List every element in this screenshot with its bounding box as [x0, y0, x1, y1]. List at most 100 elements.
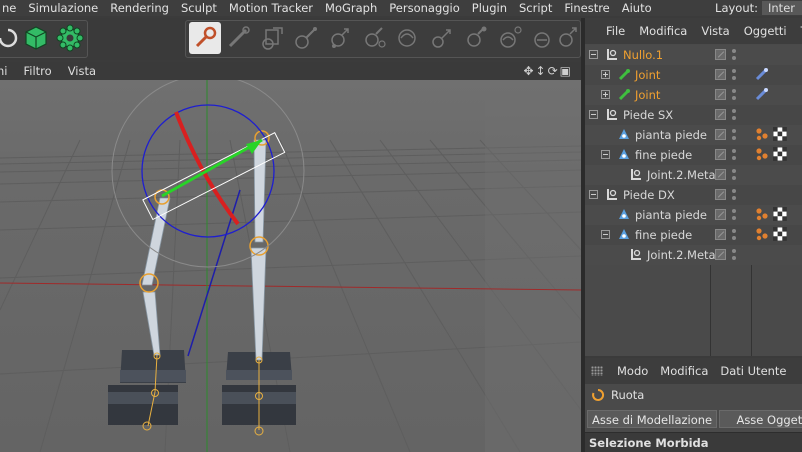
mirror-icon[interactable] [460, 22, 492, 54]
ik-tag-icon[interactable] [755, 87, 769, 101]
checker-tag-icon[interactable] [772, 126, 788, 142]
attribute-section[interactable]: Selezione Morbida [585, 432, 802, 452]
object-row[interactable]: pianta piede [585, 205, 802, 225]
layer-icon[interactable] [715, 69, 726, 80]
object-name[interactable]: Joint [635, 68, 660, 82]
layer-icon[interactable] [715, 149, 726, 160]
layer-icon[interactable] [715, 229, 726, 240]
attribute-tab[interactable]: Asse di Modellazione [587, 410, 718, 428]
object-row[interactable]: Joint.2.Meta [585, 245, 802, 265]
object-name[interactable]: Piede SX [623, 108, 673, 122]
ik-icon[interactable] [256, 22, 288, 54]
object-row[interactable]: Joint [585, 85, 802, 105]
visibility-dots-icon[interactable] [732, 228, 736, 242]
menu-item[interactable]: Personaggio [383, 1, 466, 15]
object-row[interactable]: fine piede [585, 225, 802, 245]
ik-tag-icon[interactable] [755, 67, 769, 81]
checker-tag-icon[interactable] [772, 226, 788, 242]
object-row[interactable]: Nullo.1 [585, 45, 802, 65]
menu-item[interactable]: MoGraph [319, 1, 383, 15]
layer-icon[interactable] [715, 209, 726, 220]
move-icon[interactable]: ✥ [523, 64, 533, 78]
zoom-icon[interactable]: ↕ [536, 64, 546, 78]
menu-item[interactable]: Motion Tracker [223, 1, 319, 15]
joint-align-icon[interactable] [426, 22, 458, 54]
collapse-icon[interactable] [601, 150, 610, 159]
expand-icon[interactable] [601, 70, 610, 79]
rotate-icon[interactable]: ⟳ [548, 64, 558, 78]
paint-icon[interactable] [392, 22, 424, 54]
visibility-dots-icon[interactable] [732, 188, 736, 202]
viewport-menu-item[interactable]: ni [0, 64, 15, 78]
object-row[interactable]: Joint [585, 65, 802, 85]
weight-icon[interactable] [358, 22, 390, 54]
om-menu-item[interactable]: Modifica [632, 24, 694, 38]
visibility-dots-icon[interactable] [732, 208, 736, 222]
ik-chain-icon[interactable] [290, 22, 322, 54]
am-menu-item[interactable]: Modo [611, 364, 654, 378]
cube-icon[interactable] [20, 22, 52, 54]
object-name[interactable]: Nullo.1 [623, 48, 663, 62]
layout-select[interactable]: Inter [762, 1, 802, 15]
object-row[interactable]: fine piede [585, 145, 802, 165]
layer-icon[interactable] [715, 249, 726, 260]
object-name[interactable]: fine piede [635, 148, 692, 162]
object-row[interactable]: Joint.2.Meta [585, 165, 802, 185]
object-row[interactable]: Piede DX [585, 185, 802, 205]
object-row[interactable]: Piede SX [585, 105, 802, 125]
layer-icon[interactable] [715, 49, 726, 60]
constraint-tag-icon[interactable] [755, 227, 769, 241]
attribute-tab[interactable]: Asse Oggetto [719, 410, 802, 428]
visibility-dots-icon[interactable] [732, 88, 736, 102]
object-name[interactable]: Joint.2.Meta [647, 168, 716, 182]
layer-icon[interactable] [715, 109, 726, 120]
menu-item[interactable]: Plugin [466, 1, 513, 15]
viewport[interactable] [0, 80, 581, 452]
menu-item[interactable]: Sculpt [175, 1, 223, 15]
visibility-dots-icon[interactable] [732, 68, 736, 82]
joint-tool-icon[interactable] [189, 22, 221, 54]
om-menu-item[interactable]: Vista [694, 24, 736, 38]
grip-icon[interactable] [591, 366, 603, 376]
viewport-menu-item[interactable]: Vista [60, 64, 104, 78]
object-name[interactable]: Piede DX [623, 188, 675, 202]
constraint-tag-icon[interactable] [755, 127, 769, 141]
menu-item[interactable]: ne [0, 1, 22, 15]
constraint-tag-icon[interactable] [755, 147, 769, 161]
visibility-dots-icon[interactable] [732, 128, 736, 142]
am-menu-item[interactable]: Dati Utente [714, 364, 792, 378]
menu-item[interactable]: Rendering [104, 1, 175, 15]
layer-icon[interactable] [715, 169, 726, 180]
maximize-icon[interactable]: ▣ [560, 64, 571, 78]
menu-item[interactable]: Script [513, 1, 558, 15]
om-menu-item[interactable]: Ta [794, 24, 802, 38]
object-name[interactable]: Joint [635, 88, 660, 102]
visibility-dots-icon[interactable] [732, 248, 736, 262]
gear-icon[interactable] [54, 22, 86, 54]
bone-icon[interactable] [222, 22, 254, 54]
visibility-dots-icon[interactable] [732, 108, 736, 122]
link-icon[interactable] [494, 22, 526, 54]
constraint-tag-icon[interactable] [755, 207, 769, 221]
visibility-dots-icon[interactable] [732, 168, 736, 182]
menu-item[interactable]: Simulazione [22, 1, 104, 15]
expand-icon[interactable] [601, 90, 610, 99]
object-row[interactable]: pianta piede [585, 125, 802, 145]
viewport-menu-item[interactable]: Filtro [15, 64, 59, 78]
collapse-icon[interactable] [589, 50, 598, 59]
restore-icon[interactable] [552, 22, 584, 54]
menu-item[interactable]: Aiuto [616, 1, 658, 15]
am-menu-item[interactable]: Modifica [654, 364, 714, 378]
collapse-icon[interactable] [589, 190, 598, 199]
om-menu-item[interactable]: File [599, 24, 632, 38]
visibility-dots-icon[interactable] [732, 48, 736, 62]
om-menu-item[interactable]: Oggetti [737, 24, 794, 38]
object-name[interactable]: Joint.2.Meta [647, 248, 716, 262]
checker-tag-icon[interactable] [772, 146, 788, 162]
menu-item[interactable]: Finestre [558, 1, 615, 15]
object-name[interactable]: pianta piede [635, 128, 707, 142]
object-name[interactable]: fine piede [635, 228, 692, 242]
checker-tag-icon[interactable] [772, 206, 788, 222]
visibility-dots-icon[interactable] [732, 148, 736, 162]
layer-icon[interactable] [715, 129, 726, 140]
